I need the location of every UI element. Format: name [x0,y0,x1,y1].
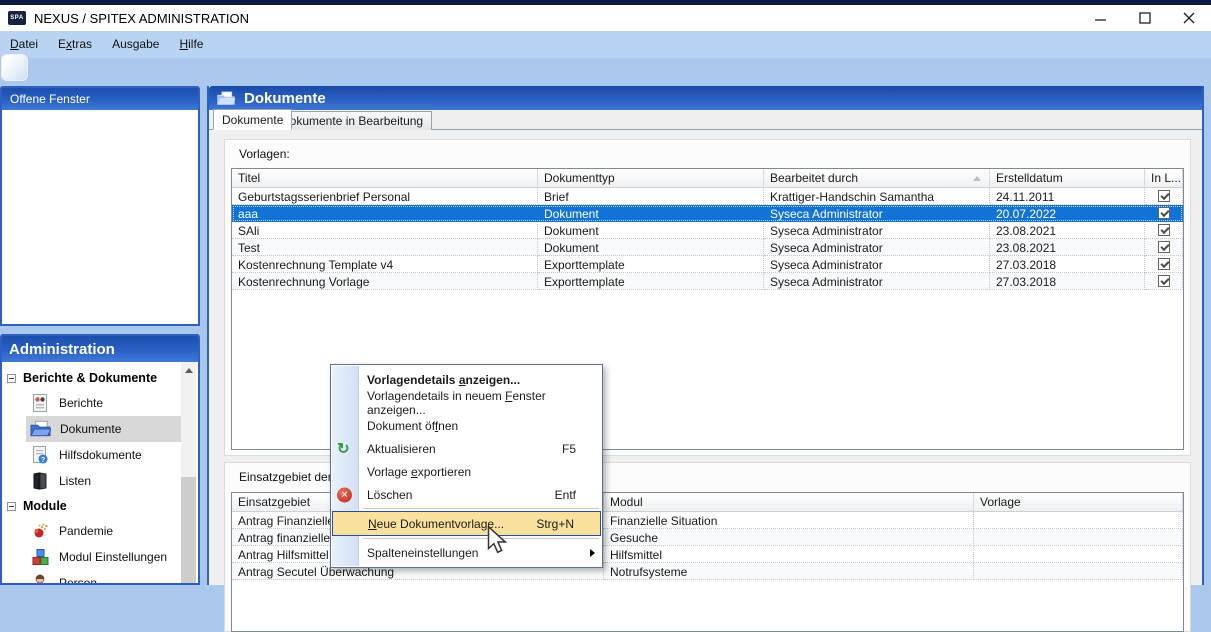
menu-hilfe[interactable]: Hilfe [169,31,213,58]
context-menu: Vorlagendetails anzeigen... Vorlagendeta… [330,364,603,568]
column-header-modul[interactable]: Modul [604,493,974,512]
column-header-bearbeitet-durch[interactable]: Bearbeitet durch [764,169,990,188]
menu-item-vorlage-exportieren[interactable]: Vorlage exportieren [331,460,602,483]
tab-dokumente[interactable]: Dokumente [213,109,292,130]
column-header-titel[interactable]: Titel [232,169,538,188]
svg-text:?: ? [41,455,46,464]
checkbox-checked[interactable] [1158,258,1170,270]
sidebar-item-pandemie[interactable]: Pandemie [26,518,182,544]
menu-item-loeschen[interactable]: Löschen Entf [331,483,602,506]
scroll-up-icon[interactable] [181,362,196,378]
table-row[interactable]: SAli Dokument Syseca Administrator 23.08… [232,222,1183,239]
table-row[interactable]: Kostenrechnung Template v4 Exporttemplat… [232,256,1183,273]
report-icon [30,393,50,413]
window-title: NEXUS / SPITEX ADMINISTRATION [34,11,249,26]
menu-item-aktualisieren[interactable]: Aktualisieren F5 [331,437,602,460]
table-row[interactable]: Kostenrechnung Vorlage Exporttemplate Sy… [232,273,1183,290]
tabstrip: Dokumente Dokumente in Bearbeitung [209,110,1202,130]
maximize-button[interactable] [1123,5,1167,31]
checkbox-checked[interactable] [1158,224,1170,236]
column-header-in-l[interactable]: In L... [1145,169,1183,188]
tree-group-module[interactable]: Module [2,494,182,518]
menu-ausgabe[interactable]: Ausgabe [102,31,169,58]
shortcut-label: F5 [562,442,590,456]
titlebar: SPA NEXUS / SPITEX ADMINISTRATION [0,5,1211,31]
menu-item-neue-dokumentvorlage[interactable]: Neue Dokumentvorlage... Strg+N [332,511,601,536]
person-icon [30,573,50,585]
column-header-erstelldatum[interactable]: Erstelldatum [990,169,1145,188]
menu-separator [363,538,599,539]
page-header: Dokumente [209,86,1202,110]
minimize-button[interactable] [1079,5,1123,31]
sort-ascending-icon [973,176,981,181]
minimize-icon [1095,12,1107,24]
app-icon: SPA [8,11,26,25]
checkbox-checked[interactable] [1158,190,1170,202]
table-header-row: Titel Dokumenttyp Bearbeitet durch Erste… [232,169,1183,188]
navigation-tree: Berichte & Dokumente Berichte Dokumente [2,362,182,583]
tree-scrollbar[interactable] [181,362,196,583]
tree-group-berichte-dokumente[interactable]: Berichte & Dokumente [2,366,182,390]
help-document-icon: ? [30,445,50,465]
checkbox-checked[interactable] [1158,275,1170,287]
vorlagen-label: Vorlagen: [239,147,290,161]
submenu-arrow-icon [590,549,595,557]
maximize-icon [1139,12,1151,24]
checkbox-checked[interactable] [1158,207,1170,219]
sidebar-item-listen[interactable]: Listen [26,468,182,494]
table-row-selected[interactable]: aaa Dokument Syseca Administrator 20.07.… [232,205,1183,222]
menu-item-spalteneinstellungen[interactable]: Spalteneinstellungen [331,541,602,564]
shortcut-label: Entf [555,488,590,502]
column-header-dokumenttyp[interactable]: Dokumenttyp [538,169,764,188]
menu-separator [363,508,599,509]
toolbar [0,58,1211,86]
sidebar-item-person[interactable]: Person [26,570,182,585]
collapse-icon[interactable] [7,374,16,383]
lists-icon [30,471,50,491]
toolbar-button[interactable] [1,54,28,81]
menu-extras[interactable]: Extras [48,31,102,58]
tab-dokumente-in-bearbeitung[interactable]: Dokumente in Bearbeitung [272,111,432,130]
table-row[interactable]: Geburtstagsserienbrief Personal Brief Kr… [232,188,1183,205]
open-windows-header: Offene Fenster [2,88,198,110]
close-icon [1183,12,1195,24]
sidebar-item-hilfsdokumente[interactable]: ? Hilfsdokumente [26,442,182,468]
open-windows-panel: Offene Fenster [0,86,200,326]
module-settings-icon [30,547,50,567]
checkbox-checked[interactable] [1158,241,1170,253]
sidebar-item-berichte[interactable]: Berichte [26,390,182,416]
pandemic-icon [30,521,50,541]
documents-icon [217,91,235,106]
menu-item-vorlagendetails-neues-fenster[interactable]: Vorlagendetails in neuem Fenster anzeige… [331,391,602,414]
refresh-icon [337,441,350,456]
collapse-icon[interactable] [7,502,16,511]
documents-icon [30,419,51,439]
menubar: Datei Extras Ausgabe Hilfe [0,31,1211,58]
sidebar-item-dokumente[interactable]: Dokumente [26,416,182,442]
page-title: Dokumente [244,90,326,107]
table-row[interactable]: Test Dokument Syseca Administrator 23.08… [232,239,1183,256]
menu-item-dokument-oeffnen[interactable]: Dokument öffnen [331,414,602,437]
administration-panel: Administration Berichte & Dokumente Beri… [0,334,200,585]
shortcut-label: Strg+N [536,517,588,531]
sidebar-item-modul-einstellungen[interactable]: Modul Einstellungen [26,544,182,570]
close-button[interactable] [1167,5,1211,31]
scrollbar-thumb[interactable] [181,477,196,583]
administration-header: Administration [2,336,198,362]
column-header-vorlage[interactable]: Vorlage [974,493,1183,512]
mouse-cursor [487,526,511,556]
delete-icon [337,487,352,502]
